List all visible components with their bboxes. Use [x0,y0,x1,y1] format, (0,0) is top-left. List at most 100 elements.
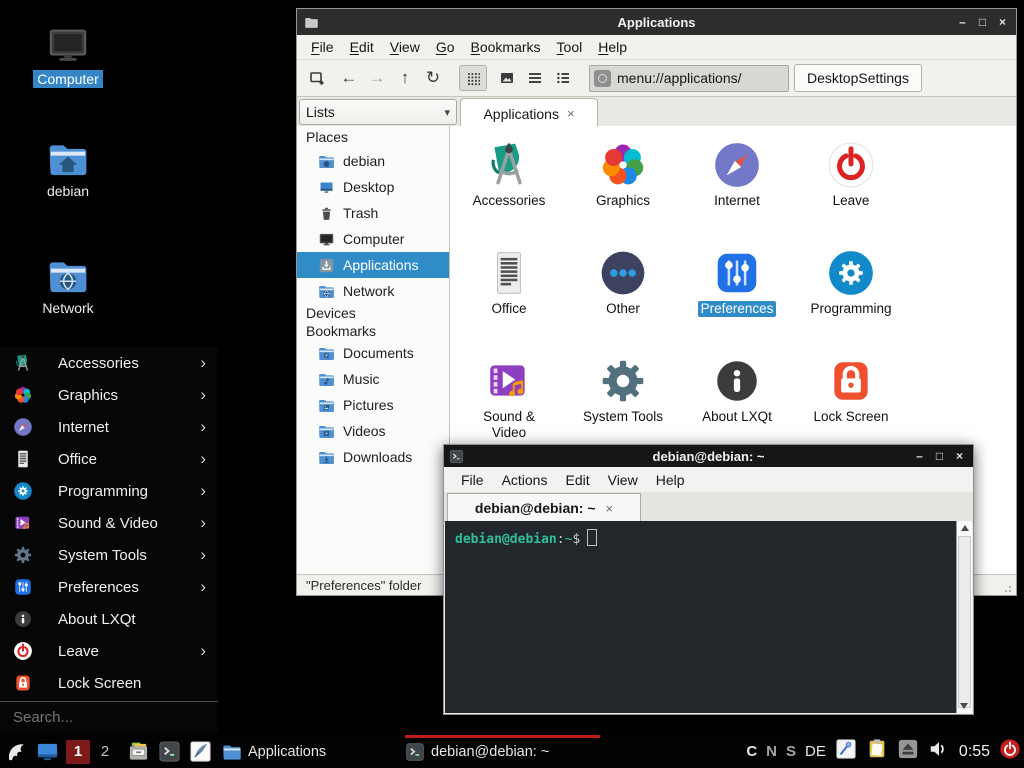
sidebar-item-computer[interactable]: Computer [297,226,449,252]
terminal-scrollbar[interactable] [956,521,972,713]
start-menu-item-leave[interactable]: Leave › [0,635,218,667]
sidebar-item-applications[interactable]: Applications [297,252,449,278]
detailed-list-view-button[interactable] [549,65,577,91]
path-bar[interactable]: menu://applications/ [589,65,789,92]
menu-help[interactable]: Help [590,39,635,55]
numlock-indicator[interactable]: N [766,743,777,760]
desktop-icon-computer[interactable]: Computer [20,22,116,89]
workspace-2-button[interactable]: 2 [97,740,113,764]
app-category-system-tools[interactable]: System Tools [566,350,680,458]
desktop-icon-debian[interactable]: debian [20,138,116,201]
close-button[interactable]: × [952,449,967,463]
menu-go[interactable]: Go [428,39,463,55]
app-category-accessories[interactable]: Accessories [452,134,566,242]
sidebar-item-pictures[interactable]: Pictures [297,392,449,418]
menu-file[interactable]: File [303,39,342,55]
back-button[interactable]: ← [335,65,363,91]
scrollbar-thumb[interactable] [958,536,971,708]
task-button-terminal[interactable]: debian@debian: ~ [405,735,600,768]
app-category-graphics[interactable]: Graphics [566,134,680,242]
terminal-titlebar[interactable]: debian@debian: ~ – □ × [444,445,973,467]
close-button[interactable]: × [995,15,1010,29]
menu-view[interactable]: View [382,39,428,55]
app-category-programming[interactable]: Programming [794,242,908,350]
reload-button[interactable]: ↻ [419,65,447,91]
workspace-1-button[interactable]: 1 [66,740,90,764]
start-menu-item-about-lxqt[interactable]: About LXQt [0,603,218,635]
file-manager-launcher[interactable] [126,740,150,764]
forward-button[interactable]: → [363,65,391,91]
start-menu-item-preferences[interactable]: Preferences › [0,571,218,603]
up-button[interactable]: ↑ [391,65,419,91]
resize-grip[interactable] [1004,583,1014,593]
keyboard-layout-indicator[interactable]: DE [805,743,826,760]
terminal-launcher[interactable] [157,740,181,764]
sidebar-item-videos[interactable]: Videos [297,418,449,444]
capslock-indicator[interactable]: C [746,743,757,760]
start-menu-item-lock-screen[interactable]: Lock Screen [0,667,218,699]
app-category-leave[interactable]: Leave [794,134,908,242]
desktop-settings-button[interactable]: DesktopSettings [794,64,922,92]
start-menu-item-programming[interactable]: Programming › [0,475,218,507]
file-manager-titlebar[interactable]: Applications – □ × [297,9,1016,35]
menu-bookmarks[interactable]: Bookmarks [463,39,549,55]
show-desktop-button[interactable] [35,740,59,764]
menu-tool[interactable]: Tool [549,39,591,55]
sidebar-item-trash[interactable]: Trash [297,200,449,226]
screenshot-tray-button[interactable] [835,738,857,765]
app-category-about-lxqt[interactable]: About LXQt [680,350,794,458]
menu-actions[interactable]: Actions [493,472,557,488]
menu-file[interactable]: File [452,472,493,488]
start-menu-item-office[interactable]: Office › [0,443,218,475]
clock[interactable]: 0:55 [959,743,990,761]
menu-edit[interactable]: Edit [342,39,382,55]
start-menu-item-accessories[interactable]: Accessories › [0,347,218,379]
sidebar-item-debian[interactable]: debian [297,148,449,174]
desktop-icon-network[interactable]: Network [20,255,116,318]
scrolllock-indicator[interactable]: S [786,743,796,760]
app-category-office[interactable]: Office [452,242,566,350]
app-category-lock-screen[interactable]: Lock Screen [794,350,908,458]
sidebar-item-desktop[interactable]: Desktop [297,174,449,200]
sidebar-item-downloads[interactable]: Downloads [297,444,449,470]
app-category-internet[interactable]: Internet [680,134,794,242]
start-menu-item-sound-video[interactable]: Sound & Video › [0,507,218,539]
maximize-button[interactable]: □ [932,449,947,463]
side-pane-mode-combo[interactable]: Lists ▾ [299,99,457,125]
tab-close-icon[interactable]: × [606,501,614,516]
removable-media-button[interactable] [897,738,919,765]
clipboard-tray-button[interactable] [866,738,888,765]
leave-button[interactable] [999,738,1021,765]
start-menu-item-internet[interactable]: Internet › [0,411,218,443]
volume-button[interactable] [928,738,950,765]
start-menu-item-graphics[interactable]: Graphics › [0,379,218,411]
terminal-screen[interactable]: debian@debian:~$ [445,521,972,713]
menu-edit[interactable]: Edit [556,472,598,488]
sidebar-item-network[interactable]: Network [297,278,449,304]
scroll-up-icon[interactable] [957,521,972,535]
tab-close-icon[interactable]: × [567,106,575,121]
terminal-tab[interactable]: debian@debian: ~ × [447,493,641,522]
maximize-button[interactable]: □ [975,15,990,29]
tab-applications[interactable]: Applications × [460,98,598,128]
start-menu-search[interactable] [0,701,218,732]
icon-view-button[interactable] [459,65,487,91]
thumbnail-view-button[interactable] [493,65,521,91]
minimize-button[interactable]: – [955,15,970,29]
menu-view[interactable]: View [599,472,647,488]
search-input[interactable] [0,708,195,727]
new-tab-button[interactable] [303,65,331,91]
menu-help[interactable]: Help [647,472,694,488]
sidebar-item-documents[interactable]: Documents [297,340,449,366]
start-menu-button[interactable] [4,740,28,764]
app-category-sound-video[interactable]: Sound & Video [452,350,566,458]
app-category-preferences[interactable]: Preferences [680,242,794,350]
text-editor-launcher[interactable] [188,740,212,764]
start-menu-item-system-tools[interactable]: System Tools › [0,539,218,571]
sidebar-item-music[interactable]: Music [297,366,449,392]
minimize-button[interactable]: – [912,449,927,463]
compact-view-button[interactable] [521,65,549,91]
scroll-down-icon[interactable] [960,703,968,709]
task-button-applications[interactable]: Applications [222,735,392,768]
app-category-other[interactable]: Other [566,242,680,350]
